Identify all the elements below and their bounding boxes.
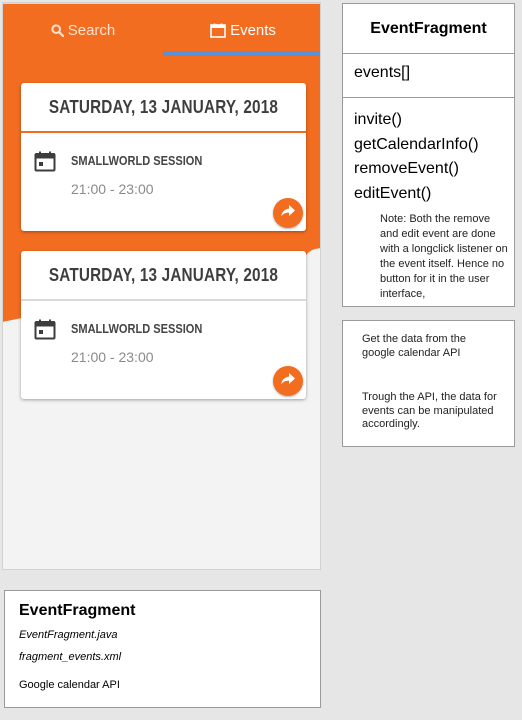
event-date: SATURDAY, 13 JANUARY, 2018 <box>48 96 279 117</box>
uml-method: getCalendarInfo() <box>354 135 479 153</box>
calendar-icon <box>34 151 56 177</box>
uml-method: removeEvent() <box>354 160 459 177</box>
event-card[interactable]: SATURDAY, 13 JANUARY, 2018 SMALLWORLD SE… <box>21 251 306 399</box>
tab-search-label: Search <box>67 21 116 39</box>
tab-search[interactable]: Search <box>3 3 163 57</box>
tab-bar: Search Events <box>3 3 320 57</box>
share-button[interactable] <box>273 198 303 228</box>
share-button[interactable] <box>273 366 303 396</box>
uml-attribute: events[] <box>354 64 411 81</box>
dependency-label: Google calendar API <box>19 679 120 691</box>
tab-active-indicator <box>163 51 320 56</box>
java-file-label: EventFragment.java <box>19 629 118 641</box>
event-time: 21:00 - 23:00 <box>71 349 154 365</box>
info-title: EventFragment <box>19 602 136 619</box>
layout-file-label: fragment_events.xml <box>19 651 122 663</box>
tab-events-label: Events <box>230 21 276 39</box>
uml-class-name: EventFragment <box>343 4 514 54</box>
event-card[interactable]: SATURDAY, 13 JANUARY, 2018 SMALLWORLD SE… <box>21 83 306 231</box>
uml-note: Note: Both the remove and edit event are… <box>380 213 508 300</box>
share-icon <box>281 204 295 222</box>
event-time: 21:00 - 23:00 <box>71 181 154 197</box>
share-icon <box>281 372 295 390</box>
calendar-icon <box>210 23 226 38</box>
uml-attributes: events[] <box>343 54 514 98</box>
uml-methods: invite() getCalendarInfo() removeEvent()… <box>343 98 514 206</box>
card-divider <box>21 131 306 133</box>
search-icon <box>51 23 64 37</box>
api-note-paragraph: Get the data from the google calendar AP… <box>362 333 466 359</box>
calendar-icon <box>34 319 56 345</box>
api-note-box: Get the data from the google calendar AP… <box>342 320 515 447</box>
uml-class-box: EventFragment events[] invite() getCalen… <box>342 3 515 307</box>
uml-method: invite() <box>354 111 403 128</box>
uml-method: editEvent() <box>354 184 432 202</box>
card-divider <box>21 299 306 301</box>
event-date: SATURDAY, 13 JANUARY, 2018 <box>48 264 279 285</box>
event-title: SMALLWORLD SESSION <box>71 321 203 336</box>
phone-screen: Search Events SATURDAY, 13 JANUARY, 2018… <box>2 2 321 570</box>
event-title: SMALLWORLD SESSION <box>71 153 203 168</box>
api-note-paragraph: Trough the API, the data for events can … <box>362 391 497 430</box>
fragment-info-box: EventFragment EventFragment.java fragmen… <box>4 590 321 708</box>
tab-events[interactable]: Events <box>163 3 320 57</box>
